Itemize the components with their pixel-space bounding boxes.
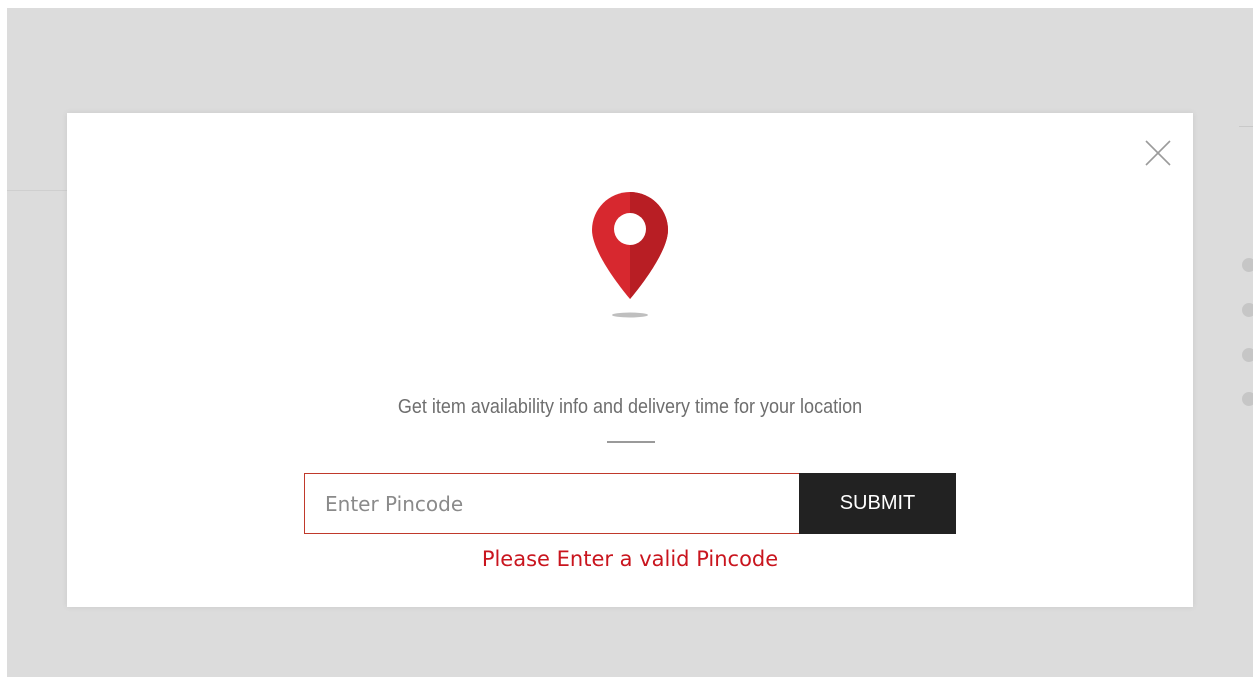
pincode-modal: Get item availability info and delivery … xyxy=(67,113,1193,607)
pincode-form: SUBMIT xyxy=(304,473,956,534)
submit-button[interactable]: SUBMIT xyxy=(799,473,956,534)
background-radio xyxy=(1242,303,1253,317)
background-radio xyxy=(1242,392,1253,406)
background-radio xyxy=(1242,348,1253,362)
location-pin-icon xyxy=(585,189,675,323)
background-sidebar-partial xyxy=(1231,116,1253,576)
headline-underline xyxy=(607,441,655,443)
error-message: Please Enter a valid Pincode xyxy=(481,547,779,571)
close-button[interactable] xyxy=(1142,137,1174,169)
close-icon xyxy=(1145,140,1171,166)
background-radio xyxy=(1242,258,1253,272)
background-rule xyxy=(1239,126,1253,127)
background-divider xyxy=(7,190,67,191)
pincode-input[interactable] xyxy=(304,473,799,534)
modal-headline: Get item availability info and delivery … xyxy=(397,396,863,418)
